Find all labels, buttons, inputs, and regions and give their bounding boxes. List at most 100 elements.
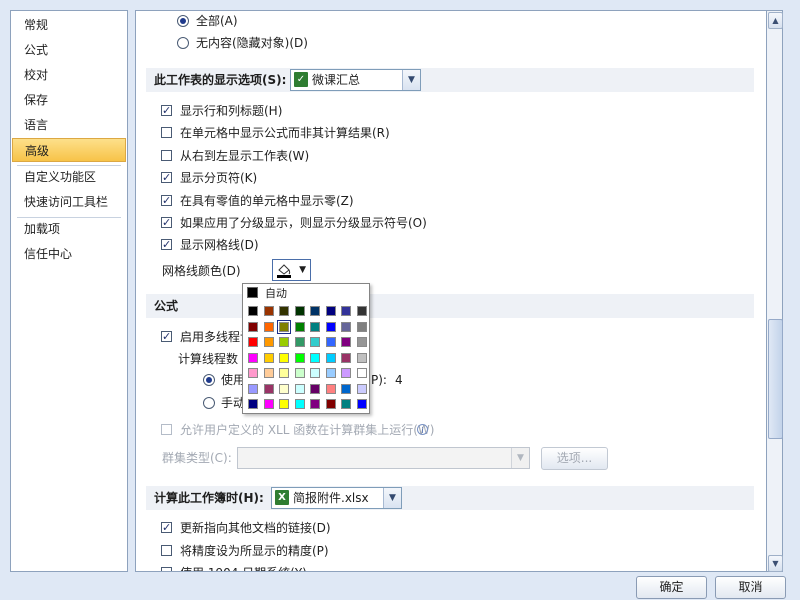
color-swatch[interactable] bbox=[356, 383, 367, 394]
ok-button[interactable]: 确定 bbox=[636, 576, 707, 599]
sidebar-item-add-ins[interactable]: 加载项 bbox=[12, 217, 126, 241]
show-none-radio[interactable] bbox=[177, 37, 189, 49]
color-swatch[interactable] bbox=[248, 321, 258, 332]
color-swatch[interactable] bbox=[263, 399, 274, 409]
cancel-button[interactable]: 取消 bbox=[715, 576, 786, 599]
color-swatch[interactable] bbox=[294, 337, 305, 347]
color-swatch[interactable] bbox=[310, 321, 320, 332]
show-all-radio[interactable] bbox=[177, 15, 189, 27]
color-swatch[interactable] bbox=[341, 352, 351, 363]
color-swatch[interactable] bbox=[325, 399, 336, 409]
color-swatch[interactable] bbox=[341, 306, 351, 316]
chevron-down-icon[interactable]: ▼ bbox=[402, 70, 420, 90]
color-swatch[interactable] bbox=[341, 321, 351, 332]
workbook-select-dropdown[interactable]: X 简报附件.xlsx ▼ bbox=[271, 487, 402, 509]
right-to-left-checkbox[interactable] bbox=[161, 150, 172, 161]
multithread-checkbox[interactable] bbox=[161, 327, 172, 347]
color-swatch[interactable] bbox=[248, 306, 258, 316]
scroll-up-button[interactable]: ▲ bbox=[768, 12, 783, 29]
color-swatch[interactable] bbox=[263, 352, 274, 363]
color-swatch[interactable] bbox=[325, 383, 336, 394]
sidebar-item-formulas[interactable]: 公式 bbox=[12, 38, 126, 62]
chevron-down-icon[interactable]: ▼ bbox=[511, 448, 529, 468]
gridline-color-button[interactable]: ▼ bbox=[272, 259, 311, 281]
manual-threads-radio[interactable] bbox=[203, 397, 215, 409]
color-swatch[interactable] bbox=[341, 368, 351, 378]
color-swatch[interactable] bbox=[294, 383, 305, 394]
color-swatch[interactable] bbox=[310, 383, 320, 394]
sidebar-item-advanced[interactable]: 高级 bbox=[12, 138, 126, 162]
color-swatch[interactable] bbox=[279, 399, 289, 409]
color-swatch[interactable] bbox=[356, 306, 367, 316]
color-swatch[interactable] bbox=[263, 306, 274, 316]
color-swatch[interactable] bbox=[248, 383, 258, 394]
use-processors-radio[interactable] bbox=[203, 374, 215, 386]
color-swatch[interactable] bbox=[294, 321, 305, 332]
options-scrollbar[interactable]: ▲ ▼ bbox=[766, 10, 783, 572]
color-swatch[interactable] bbox=[248, 368, 258, 378]
color-swatch[interactable] bbox=[356, 321, 367, 332]
color-swatch[interactable] bbox=[341, 383, 351, 394]
color-swatch[interactable] bbox=[325, 321, 336, 332]
color-swatch[interactable] bbox=[248, 337, 258, 347]
sidebar-item-proofing[interactable]: 校对 bbox=[12, 63, 126, 87]
sidebar-item-customize-ribbon[interactable]: 自定义功能区 bbox=[12, 165, 126, 189]
color-swatch[interactable] bbox=[263, 337, 274, 347]
color-swatch[interactable] bbox=[325, 337, 336, 347]
show-page-breaks-checkbox[interactable] bbox=[161, 168, 172, 188]
color-swatch[interactable] bbox=[310, 368, 320, 378]
cluster-options-button[interactable]: 选项... bbox=[541, 447, 608, 470]
color-swatch[interactable] bbox=[263, 383, 274, 394]
xll-checkbox[interactable] bbox=[161, 424, 172, 435]
color-swatch[interactable] bbox=[294, 352, 305, 363]
color-swatch[interactable] bbox=[294, 368, 305, 378]
color-swatch[interactable] bbox=[310, 399, 320, 409]
scroll-down-button[interactable]: ▼ bbox=[768, 555, 783, 572]
color-swatch[interactable] bbox=[294, 306, 305, 316]
sidebar-item-quick-access-toolbar[interactable]: 快速访问工具栏 bbox=[12, 190, 126, 214]
color-swatch[interactable] bbox=[356, 368, 367, 378]
sidebar-item-general[interactable]: 常规 bbox=[12, 13, 126, 37]
show-formulas-checkbox[interactable] bbox=[161, 127, 172, 138]
color-swatch[interactable] bbox=[248, 352, 258, 363]
color-swatch[interactable] bbox=[341, 337, 351, 347]
color-swatch[interactable] bbox=[310, 352, 320, 363]
color-swatch[interactable] bbox=[356, 352, 367, 363]
color-swatch[interactable] bbox=[279, 306, 289, 316]
chevron-down-icon[interactable]: ▼ bbox=[299, 260, 306, 280]
color-swatch[interactable] bbox=[325, 368, 336, 378]
color-swatch[interactable] bbox=[263, 321, 274, 332]
update-links-checkbox[interactable] bbox=[161, 518, 172, 538]
show-headers-checkbox[interactable] bbox=[161, 101, 172, 121]
color-swatch[interactable] bbox=[277, 319, 291, 334]
color-swatch[interactable] bbox=[263, 368, 274, 378]
show-gridlines-checkbox[interactable] bbox=[161, 235, 172, 255]
color-swatch[interactable] bbox=[325, 306, 336, 316]
color-swatch[interactable] bbox=[341, 399, 351, 409]
color-swatch[interactable] bbox=[279, 368, 289, 378]
color-swatch[interactable] bbox=[310, 337, 320, 347]
color-swatch[interactable] bbox=[325, 352, 336, 363]
show-zero-checkbox[interactable] bbox=[161, 191, 172, 211]
color-swatch[interactable] bbox=[279, 352, 289, 363]
color-swatch[interactable] bbox=[279, 383, 289, 394]
info-icon[interactable]: i bbox=[417, 424, 428, 435]
chevron-down-icon[interactable]: ▼ bbox=[383, 488, 401, 508]
sidebar-item-save[interactable]: 保存 bbox=[12, 88, 126, 112]
automatic-color-swatch[interactable] bbox=[247, 287, 258, 298]
color-swatch[interactable] bbox=[248, 399, 258, 409]
color-swatch[interactable] bbox=[279, 337, 289, 347]
sidebar-item-language[interactable]: 语言 bbox=[12, 113, 126, 137]
color-swatch[interactable] bbox=[294, 399, 305, 409]
show-outline-symbols-checkbox[interactable] bbox=[161, 213, 172, 233]
color-swatch[interactable] bbox=[356, 399, 367, 409]
color-swatch[interactable] bbox=[310, 306, 320, 316]
date-1904-checkbox[interactable] bbox=[161, 567, 172, 571]
scroll-thumb[interactable] bbox=[768, 319, 783, 439]
color-swatch[interactable] bbox=[356, 337, 367, 347]
cluster-type-dropdown[interactable]: ▼ bbox=[237, 447, 530, 469]
automatic-color-label[interactable]: 自动 bbox=[265, 285, 287, 301]
precision-as-displayed-checkbox[interactable] bbox=[161, 545, 172, 556]
sidebar-item-trust-center[interactable]: 信任中心 bbox=[12, 242, 126, 266]
sheet-select-dropdown[interactable]: ✓ 微课汇总 ▼ bbox=[290, 69, 421, 91]
